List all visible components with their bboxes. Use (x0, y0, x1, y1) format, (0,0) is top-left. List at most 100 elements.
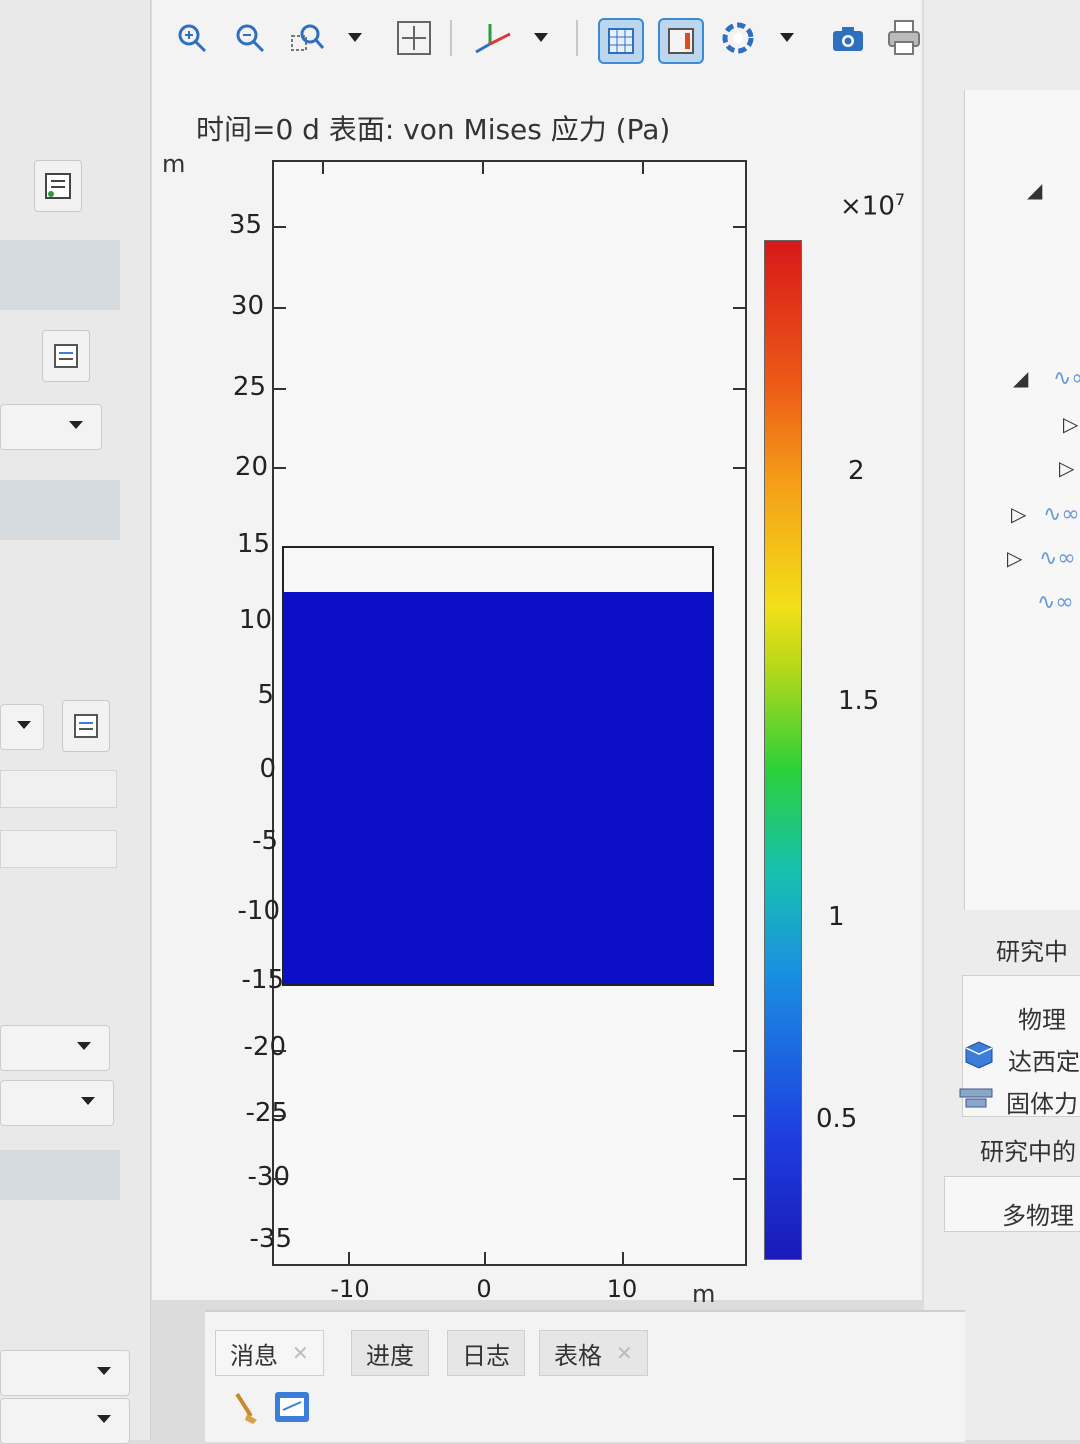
collapse-icon[interactable]: ◢ (1013, 366, 1028, 390)
colorbar (764, 240, 802, 1260)
panel-strip (0, 480, 120, 540)
log-icon[interactable] (273, 1390, 311, 1424)
print-icon[interactable] (884, 18, 924, 58)
chevron-down-icon (69, 421, 83, 429)
study-panel: 研 ◢ ◢ ∿∞ ▷ ▷ ▷ ∿∞ ▷ ∿∞ ∿∞ 研究中 物理 达西定 固体力… (924, 0, 1080, 1440)
graphics-toolbar (152, 0, 922, 80)
dropdown-5[interactable] (0, 1350, 130, 1396)
expand-icon[interactable]: ▷ (1011, 502, 1026, 526)
dropdown-6[interactable] (0, 1398, 130, 1444)
tick-mark (274, 307, 286, 309)
input-row[interactable] (0, 830, 117, 868)
grid-icon[interactable] (598, 18, 644, 64)
colorbar-scale: ×10 (840, 191, 895, 222)
tab-messages[interactable]: 消息 ✕ (215, 1330, 324, 1376)
dropdown-3[interactable] (0, 1025, 110, 1071)
stress-domain[interactable] (283, 592, 713, 984)
study-tree: ◢ ◢ ∿∞ ▷ ▷ ▷ ∿∞ ▷ ∿∞ ∿∞ (964, 90, 1080, 910)
chevron-down-icon[interactable] (348, 33, 362, 42)
axis-icon[interactable] (472, 18, 512, 58)
colorbar-multiplier: ×107 (840, 190, 905, 222)
toolbar-separator (450, 20, 452, 56)
y-axis-unit: m (162, 150, 186, 178)
tab-progress[interactable]: 进度 (351, 1330, 429, 1376)
study-node-icon[interactable]: ∿∞ (1043, 502, 1080, 527)
close-icon[interactable]: ✕ (292, 1341, 309, 1365)
chevron-down-icon (97, 1367, 111, 1375)
physics-row[interactable]: 达西定 (1008, 1042, 1080, 1077)
x-axis-unit: m (692, 1280, 716, 1308)
study-section-title: 研究中的 (980, 1138, 1076, 1166)
camera-icon[interactable] (828, 18, 868, 58)
panel-button-1[interactable] (34, 160, 82, 212)
tick-mark (733, 1178, 745, 1180)
y-tick-label: 0 (259, 754, 276, 784)
panel-strip (0, 240, 120, 310)
zoom-box-icon[interactable] (288, 18, 328, 58)
panel-button-3[interactable] (62, 700, 110, 752)
panel-button-2[interactable] (42, 330, 90, 382)
expand-icon[interactable]: ▷ (1063, 412, 1078, 436)
x-tick-label: 0 (476, 1275, 492, 1303)
chevron-down-icon (17, 721, 31, 729)
close-icon[interactable]: ✕ (616, 1341, 633, 1365)
tick-mark (348, 1252, 350, 1264)
solid-mechanics-icon (958, 1083, 994, 1111)
tab-label: 表格 (554, 1341, 602, 1370)
expand-icon[interactable]: ▷ (1007, 546, 1022, 570)
dropdown-4[interactable] (0, 1080, 114, 1126)
tick-mark (484, 1252, 486, 1264)
y-tick-label: -10 (237, 896, 280, 926)
colorbar-tick-label: 0.5 (816, 1104, 858, 1134)
tick-mark (622, 1252, 624, 1264)
tick-mark (733, 226, 745, 228)
dropdown-1[interactable] (0, 404, 102, 450)
tab-label: 日志 (462, 1341, 510, 1370)
y-tick-label: -35 (249, 1224, 292, 1254)
study-node-icon[interactable]: ∿∞ (1053, 366, 1080, 391)
study-node-icon[interactable]: ∿∞ (1037, 590, 1074, 615)
chevron-down-icon (97, 1415, 111, 1423)
scene-light-icon[interactable] (718, 18, 758, 58)
study-node-icon[interactable]: ∿∞ (1039, 546, 1076, 571)
x-tick-label: -10 (330, 1275, 370, 1303)
plot-title: 时间=0 d 表面: von Mises 应力 (Pa) (196, 113, 671, 146)
x-tick-label: 10 (606, 1275, 638, 1303)
bottom-panel: 消息 ✕ 进度 日志 表格 ✕ (205, 1310, 965, 1442)
clear-icon[interactable] (231, 1390, 261, 1424)
tab-log[interactable]: 日志 (447, 1330, 525, 1376)
tick-mark (274, 467, 286, 469)
list-export-icon (54, 344, 78, 368)
zoom-in-icon[interactable] (172, 18, 212, 58)
colorbar-tick-label: 1.5 (838, 686, 880, 716)
y-tick-label: 20 (234, 452, 268, 482)
list-export-icon (74, 714, 98, 738)
tick-mark (274, 1115, 286, 1117)
tick-mark (482, 162, 484, 174)
zoom-extents-icon[interactable] (394, 18, 434, 58)
chevron-down-icon (77, 1042, 91, 1050)
chevron-down-icon[interactable] (534, 33, 548, 42)
y-tick-label: 25 (232, 372, 266, 402)
y-tick-label: 15 (236, 529, 270, 559)
colorbar-icon[interactable] (658, 18, 704, 64)
expand-icon[interactable]: ▷ (1059, 456, 1074, 480)
y-tick-label: -25 (245, 1098, 288, 1128)
settings-panel (0, 0, 151, 1444)
tick-mark (733, 1115, 745, 1117)
y-tick-label: -15 (241, 965, 284, 995)
zoom-out-icon[interactable] (230, 18, 270, 58)
collapse-icon[interactable]: ◢ (1027, 178, 1042, 202)
y-tick-label: -20 (243, 1032, 286, 1062)
tick-mark (733, 467, 745, 469)
chevron-down-icon (81, 1097, 95, 1105)
physics-row[interactable]: 固体力 (1006, 1084, 1078, 1119)
colorbar-tick-label: 2 (848, 456, 865, 486)
tick-mark (733, 307, 745, 309)
tick-mark (274, 1178, 286, 1180)
tab-table[interactable]: 表格 ✕ (539, 1330, 648, 1376)
input-row[interactable] (0, 770, 117, 808)
list-icon (45, 173, 71, 199)
dropdown-2[interactable] (0, 704, 44, 750)
chevron-down-icon[interactable] (780, 33, 794, 42)
